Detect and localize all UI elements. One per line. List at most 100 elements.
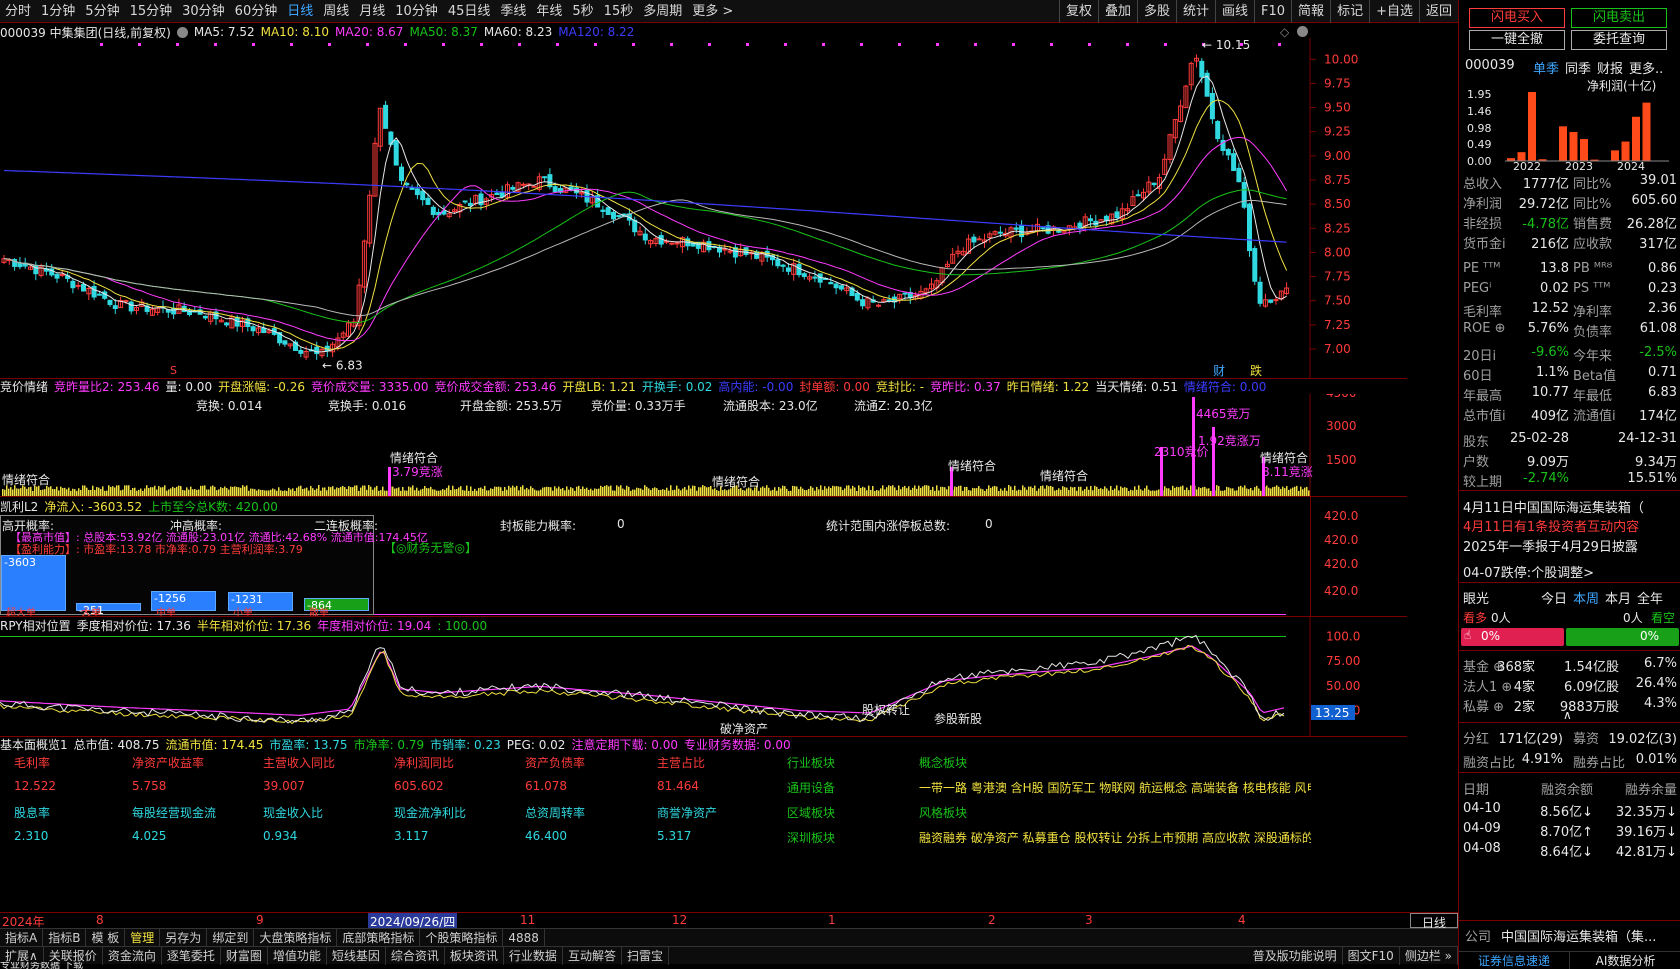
indicator-tab[interactable]: 绑定到 (207, 928, 255, 947)
tool-button[interactable]: F10 (1254, 0, 1291, 23)
eye-tab[interactable]: 本周 (1573, 588, 1599, 607)
tool-button[interactable]: 多股 (1136, 0, 1176, 23)
indicator-tab[interactable]: 指标B (43, 928, 87, 947)
extension-tab[interactable]: 行业数据 (504, 946, 563, 965)
extension-tab[interactable]: 板块资讯 (445, 946, 504, 965)
kline-chart[interactable]: 10.00 9.75 9.50 9.25 9.00 8.75 8.50 8.25 8.00 7.7… (0, 38, 1407, 378)
profit-bar (1559, 126, 1567, 161)
indicator-tab[interactable]: 4888 (503, 928, 545, 947)
tool-button[interactable]: 标记 (1330, 0, 1369, 23)
bottom-right-link[interactable]: 图文F10 (1343, 946, 1400, 965)
eye-tab[interactable]: 本月 (1605, 588, 1631, 607)
holder-row[interactable]: 基金 ⊕ 368家 1.54亿股 6.7% (1463, 655, 1677, 675)
flash-sell-button[interactable]: 闪电卖出 (1571, 8, 1667, 28)
extension-tab[interactable]: 互动解答 (563, 946, 622, 965)
news-item[interactable]: 04-07跌停:个股调整> (1463, 562, 1677, 581)
signal-dot (138, 43, 141, 46)
finance-tab[interactable]: 财报 (1597, 58, 1623, 77)
header-item: 专业财务数据: 0.00 (684, 738, 791, 752)
extension-tab[interactable]: 综合资讯 (386, 946, 445, 965)
bottom-right-link[interactable]: 普及版功能说明 (1248, 946, 1343, 965)
period-tab[interactable]: 日线 (282, 0, 318, 23)
period-tab[interactable]: 60分钟 (230, 0, 283, 23)
indicator-tab[interactable]: 个股策略指标 (420, 928, 504, 947)
period-tab[interactable]: 5分钟 (80, 0, 124, 23)
indicator-tab[interactable]: 模 板 (86, 928, 126, 947)
diamond-icon[interactable]: ◇ (1280, 25, 1289, 39)
indicator-tab[interactable]: 管理 (125, 928, 161, 947)
period-tab[interactable]: 15秒 (599, 0, 639, 23)
status-download[interactable]: 专业财务数据 下载 (0, 962, 83, 969)
tool-button[interactable]: 画线 (1215, 0, 1254, 23)
order-query-button[interactable]: 委托查询 (1571, 30, 1667, 50)
tool-button[interactable]: 复权 (1058, 0, 1098, 23)
flash-buy-button[interactable]: 闪电买入 (1469, 8, 1565, 28)
extension-tab[interactable]: 逐笔委托 (162, 946, 221, 965)
bear-bar[interactable]: 0% (1566, 628, 1679, 646)
eye-tab[interactable]: 今日 (1541, 588, 1567, 607)
company-name[interactable]: 中国国际海运集装箱（集... (1501, 926, 1656, 945)
fund-cell: 现金收入比 (263, 806, 324, 820)
period-tab[interactable]: 月线 (354, 0, 390, 23)
finance-tab[interactable]: 更多.. (1629, 58, 1663, 77)
auction-chart[interactable]: 450030001500情绪符合情绪符合3.79竞涨情绪符合情绪符合情绪符合23… (0, 394, 1407, 497)
finance-cell: 26.28亿 (1626, 217, 1677, 232)
period-tab[interactable]: 周线 (318, 0, 354, 23)
extension-tab[interactable]: 资金流向 (103, 946, 162, 965)
extension-tab[interactable]: 短线基因 (327, 946, 386, 965)
period-tab[interactable]: 45日线 (443, 0, 496, 23)
extension-tab[interactable]: 财富圈 (221, 946, 268, 965)
period-tab[interactable]: 15分钟 (125, 0, 178, 23)
rpy-chart[interactable]: 100.075.0050.0025.0013.25破净资产股权转让参股新股 (0, 617, 1407, 737)
eye-tab[interactable]: 全年 (1637, 588, 1663, 607)
news-item[interactable]: 4月11日有1条投资者互动内容 (1463, 516, 1677, 535)
candle-body (780, 264, 786, 267)
candle-body (33, 264, 39, 275)
finance-cell: 25-02-28 (1509, 431, 1569, 446)
finance-tab[interactable]: 同季 (1565, 58, 1591, 77)
holder-row[interactable]: 法人1 ⊕ 4家 6.09亿股 26.4% (1463, 675, 1677, 695)
period-tab[interactable]: 年线 (531, 0, 567, 23)
bull-bar[interactable]: 0% ☝ (1461, 628, 1564, 646)
indicator-tab[interactable]: 指标A (0, 928, 44, 947)
gear-icon[interactable] (1297, 26, 1308, 37)
finance-cell: 5.76% (1527, 321, 1569, 336)
margin-table-row: 04-10 8.56亿↓ 32.35万↓ (1463, 800, 1677, 820)
candle-body (1088, 218, 1093, 222)
period-tab[interactable]: 多周期 (638, 0, 687, 23)
indicator-tab[interactable]: 底部策略指标 (337, 928, 421, 947)
finance-cell: 销售费 (1573, 217, 1613, 232)
expand-icon[interactable]: ∧ (1563, 708, 1572, 722)
news-item[interactable]: 4月11日中国国际海运集装箱（ (1463, 497, 1677, 516)
sidebar-footer-right[interactable]: AI数据分析 (1569, 951, 1680, 969)
candle-body (467, 202, 473, 206)
fund-cell: 区域板块 (787, 806, 836, 820)
time-axis-right[interactable]: 日线 (1410, 913, 1458, 930)
period-tab[interactable]: 1分钟 (36, 0, 80, 23)
bottom-right-link[interactable]: 侧边栏 » (1400, 946, 1458, 965)
period-tab[interactable]: 5秒 (567, 0, 598, 23)
kaili-baseline (374, 614, 1286, 615)
indicator-tab[interactable]: 另存为 (160, 928, 208, 947)
tool-button[interactable]: 统计 (1175, 0, 1215, 23)
tool-button[interactable]: +自选 (1369, 0, 1419, 23)
finance-row: 股东 25-02-28 24-12-31 (1463, 430, 1677, 450)
period-tab[interactable]: 季线 (495, 0, 531, 23)
tool-button[interactable]: 简報 (1291, 0, 1330, 23)
period-tab[interactable]: 分时 (0, 0, 36, 23)
tool-button[interactable]: 叠加 (1097, 0, 1137, 23)
candle-body (1114, 211, 1120, 219)
extension-tab[interactable]: 增值功能 (268, 946, 327, 965)
period-tab[interactable]: 10分钟 (390, 0, 443, 23)
extension-tab[interactable]: 扫雷宝 (622, 946, 669, 965)
indicator-tab[interactable]: 大盘策略指标 (254, 928, 338, 947)
gear-icon[interactable] (176, 26, 188, 38)
sidebar-footer-left[interactable]: 证券信息速递 (1459, 951, 1569, 969)
cancel-all-button[interactable]: 一键全撤 (1469, 30, 1565, 50)
news-item[interactable]: 2025年一季报于4月29日披露 (1463, 536, 1677, 555)
finance-tab[interactable]: 单季 (1533, 58, 1559, 77)
period-tab[interactable]: 30分钟 (177, 0, 230, 23)
period-tab[interactable]: 更多 > (687, 0, 738, 23)
candle-body (462, 200, 468, 203)
tool-button[interactable]: 返回 (1418, 0, 1458, 23)
